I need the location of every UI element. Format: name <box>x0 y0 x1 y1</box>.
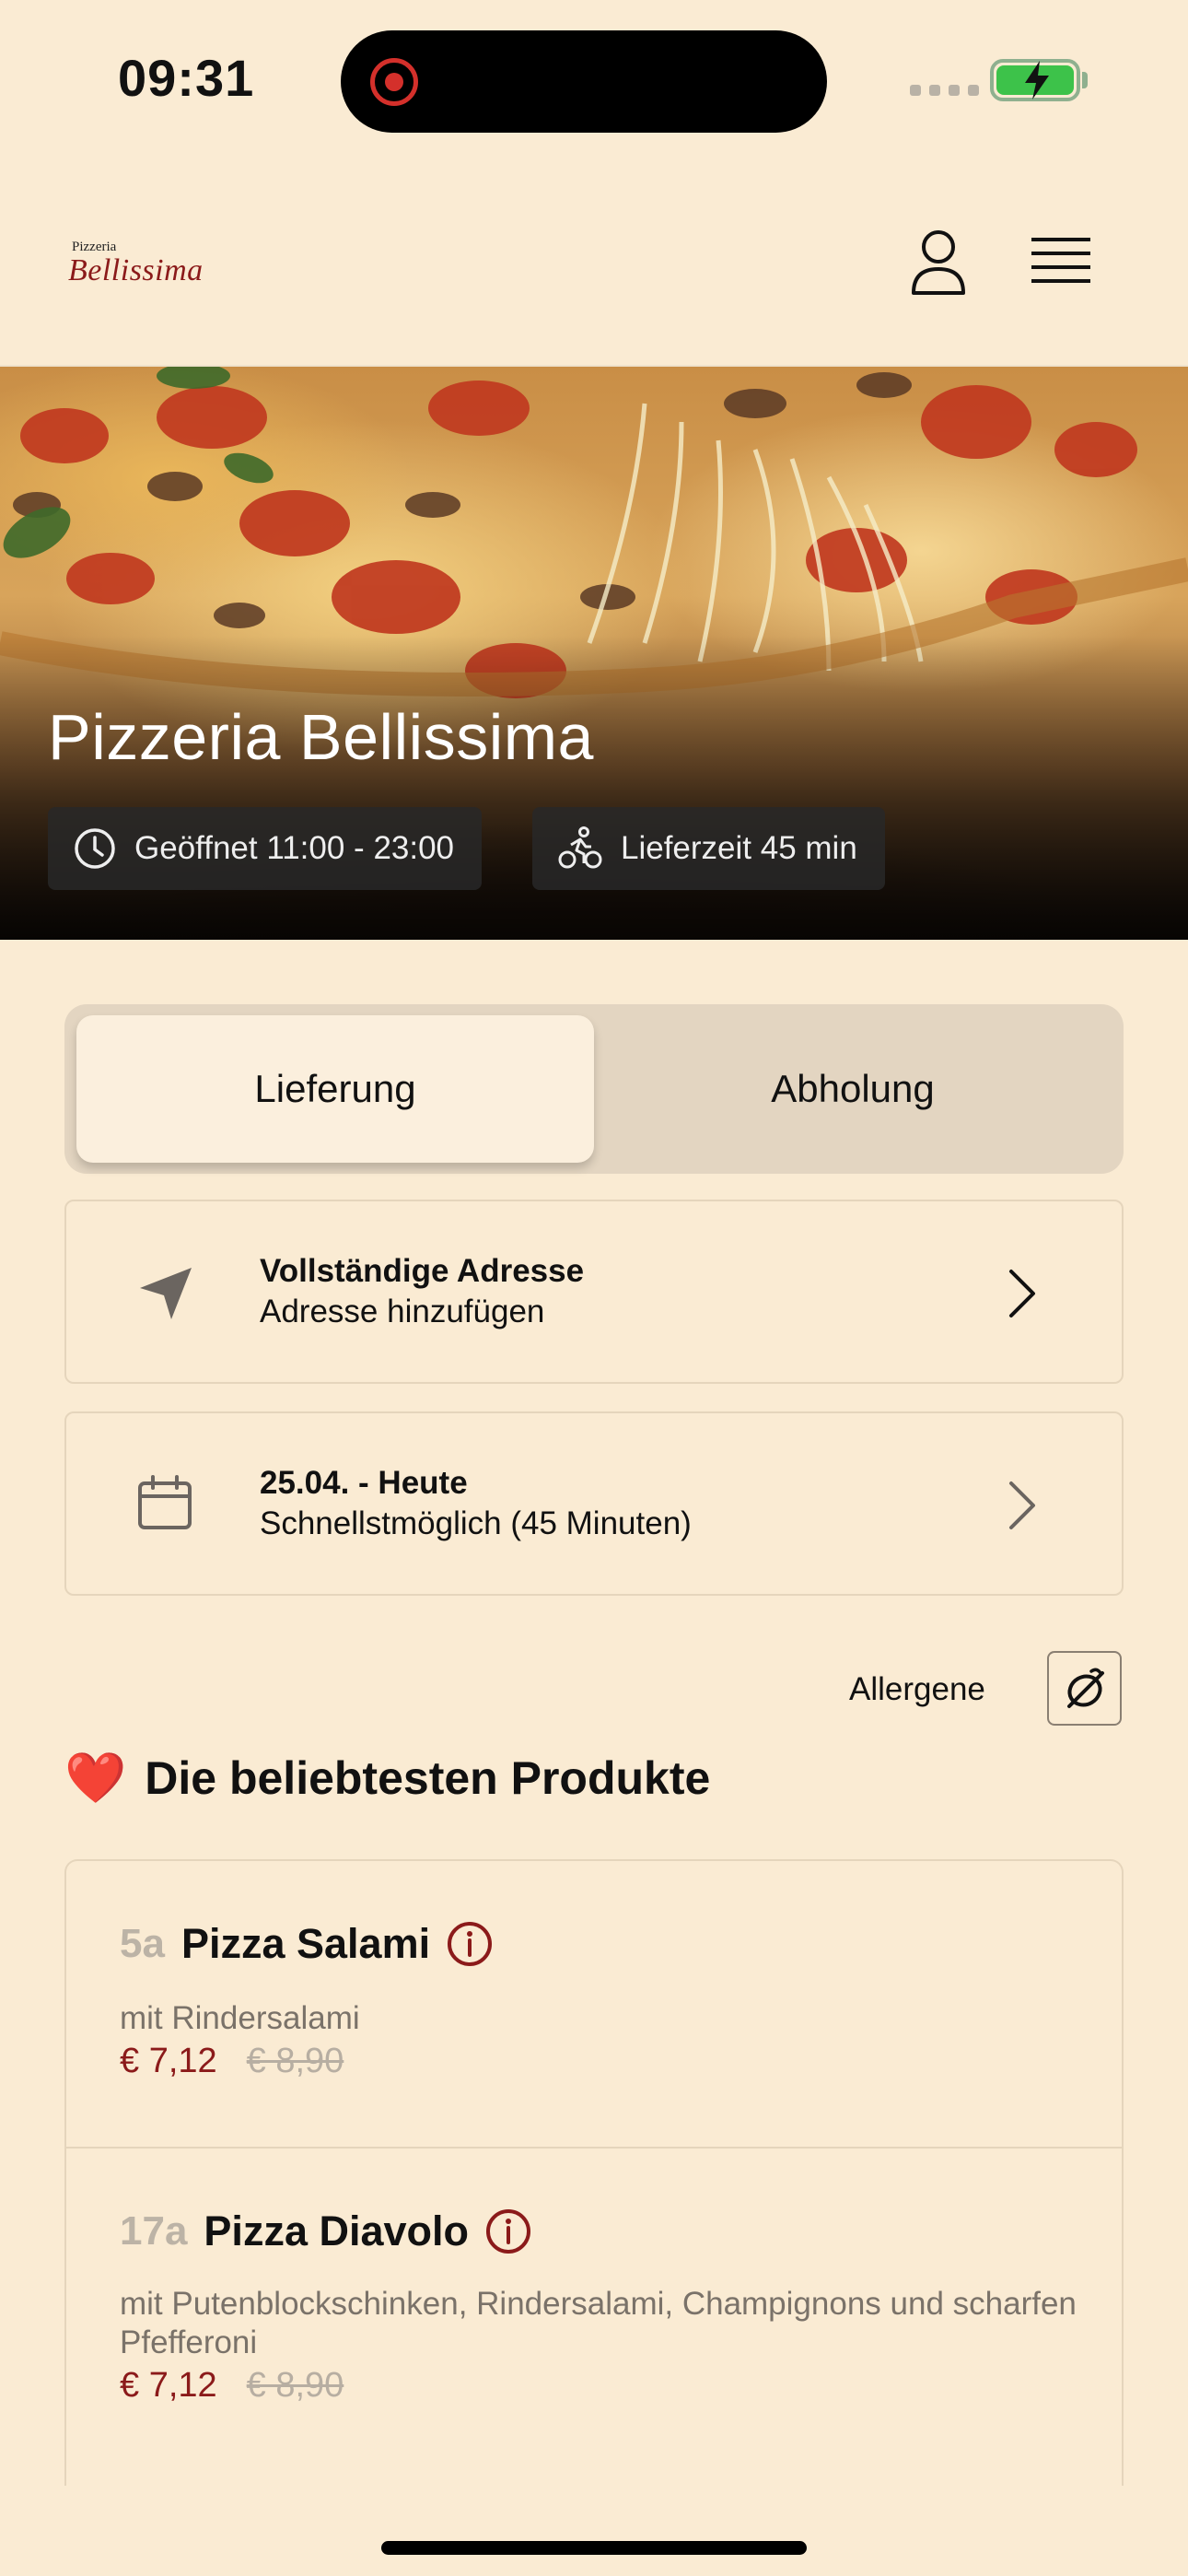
chevron-right-icon <box>1009 1270 1035 1317</box>
heart-icon: ❤️ <box>64 1749 127 1807</box>
delivery-time-selector[interactable]: 25.04. - Heute Schnellstmöglich (45 Minu… <box>64 1411 1124 1596</box>
product-name: Pizza Diavolo <box>204 2207 469 2254</box>
user-account-icon[interactable] <box>910 228 967 295</box>
location-arrow-icon <box>140 1268 192 1319</box>
dynamic-island <box>341 30 827 133</box>
product-price: € 7,12 € 8,90 <box>120 2042 344 2081</box>
popular-products-list: 5a Pizza Salami mit Rindersalami € 7,12 … <box>64 1859 1124 2486</box>
popular-products-title: Die beliebtesten Produkte <box>145 1752 711 1804</box>
info-icon[interactable] <box>447 1921 493 1967</box>
chevron-right-icon <box>1009 1481 1035 1529</box>
clock-icon <box>75 828 115 869</box>
date-card-title: 25.04. - Heute <box>260 1465 468 1501</box>
address-card-title: Vollständige Adresse <box>260 1253 585 1289</box>
info-icon[interactable] <box>485 2208 531 2254</box>
product-card[interactable]: 17a Pizza Diavolo mit Putenblockschinken… <box>66 2149 1122 2486</box>
tab-pickup[interactable]: Abholung <box>594 1015 1112 1163</box>
address-selector[interactable]: Vollständige Adresse Adresse hinzufügen <box>64 1200 1124 1384</box>
brand-logo[interactable]: Pizzeria Bellissima <box>68 240 204 288</box>
tab-delivery[interactable]: Lieferung <box>76 1015 594 1163</box>
hamburger-menu-icon[interactable] <box>1031 236 1090 286</box>
battery-icon <box>990 59 1080 101</box>
allergen-icon <box>1066 1668 1104 1708</box>
product-header: 17a Pizza Diavolo <box>120 2207 531 2255</box>
order-mode-toggle: Lieferung Abholung <box>64 1004 1124 1174</box>
price-current: € 7,12 <box>120 2042 217 2080</box>
product-price: € 7,12 € 8,90 <box>120 2366 344 2406</box>
hero-gradient-overlay <box>0 636 1188 940</box>
price-original: € 8,90 <box>246 2042 344 2080</box>
date-card-subtitle: Schnellstmöglich (45 Minuten) <box>260 1505 692 1541</box>
address-card-subtitle: Adresse hinzufügen <box>260 1294 545 1329</box>
logo-main-text: Bellissima <box>68 253 204 287</box>
restaurant-title: Pizzeria Bellissima <box>48 701 594 773</box>
product-name: Pizza Salami <box>181 1920 431 1967</box>
product-description: mit Putenblockschinken, Rindersalami, Ch… <box>120 2286 1077 2360</box>
calendar-icon <box>138 1475 192 1529</box>
price-current: € 7,12 <box>120 2366 217 2405</box>
opening-hours-badge: Geöffnet 11:00 - 23:00 <box>48 807 483 890</box>
allergen-filter-label: Allergene <box>849 1671 985 1707</box>
delivery-time-badge: Lieferzeit 45 min <box>532 807 885 890</box>
status-time: 09:31 <box>118 49 255 107</box>
opening-hours-text: Geöffnet 11:00 - 23:00 <box>134 830 455 866</box>
bicycle-courier-icon <box>558 826 602 869</box>
signal-icon <box>910 85 979 96</box>
hero-banner: Pizzeria Bellissima Geöffnet 11:00 - 23:… <box>0 367 1188 940</box>
delivery-time-text: Lieferzeit 45 min <box>621 830 857 866</box>
app-header: Pizzeria Bellissima <box>0 166 1188 367</box>
product-header: 5a Pizza Salami <box>120 1920 493 1968</box>
battery-cap <box>1082 72 1088 88</box>
product-card[interactable]: 5a Pizza Salami mit Rindersalami € 7,12 … <box>66 1861 1122 2149</box>
recording-indicator-icon <box>370 58 418 106</box>
status-bar: 09:31 <box>0 0 1188 166</box>
allergen-filter-button[interactable] <box>1047 1651 1122 1726</box>
popular-products-heading: ❤️ Die beliebtesten Produkte <box>64 1749 710 1808</box>
product-description: mit Rindersalami <box>120 2000 360 2036</box>
home-indicator[interactable] <box>381 2541 807 2555</box>
product-number: 17a <box>120 2208 188 2254</box>
product-number: 5a <box>120 1921 165 1966</box>
price-original: € 8,90 <box>246 2366 344 2405</box>
